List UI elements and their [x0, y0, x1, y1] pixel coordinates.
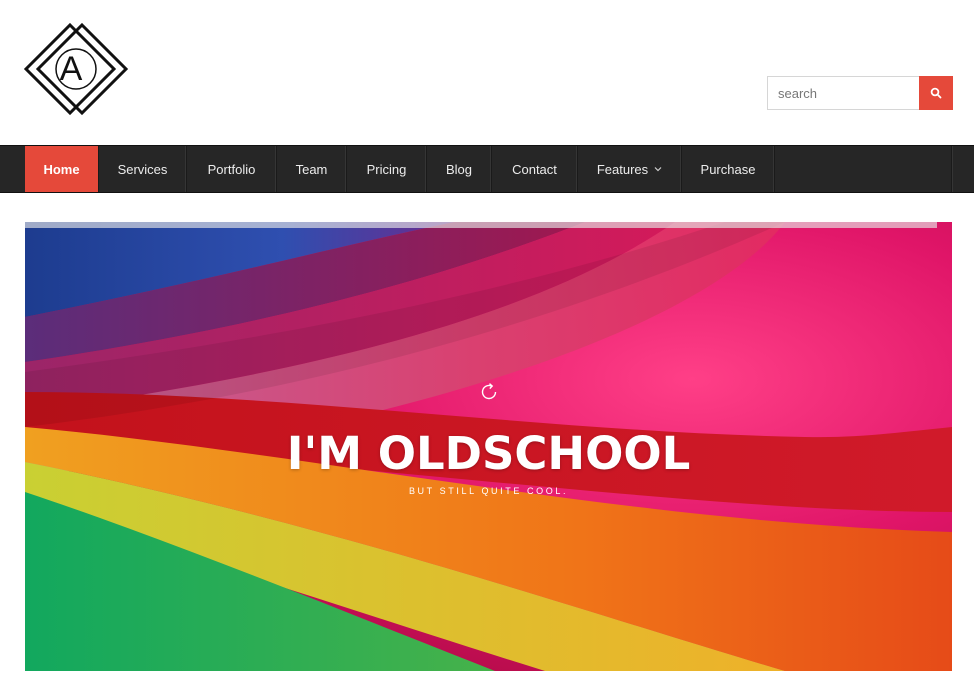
search-input[interactable] [767, 76, 919, 110]
search-button[interactable] [919, 76, 953, 110]
hero-slider[interactable]: I'M OLDSCHOOL BUT STILL QUITE COOL. [25, 222, 952, 671]
site-logo[interactable]: A [23, 20, 134, 118]
hero-subtitle: BUT STILL QUITE COOL. [408, 486, 569, 496]
nav-item-label: Purchase [700, 161, 756, 177]
hero-caption: I'M OLDSCHOOL BUT STILL QUITE COOL. [25, 380, 952, 496]
nav-item-services[interactable]: Services [99, 146, 187, 192]
nav-item-pricing[interactable]: Pricing [347, 146, 427, 192]
nav-item-label: Portfolio [207, 161, 256, 177]
nav-item-label: Team [295, 161, 328, 177]
nav-item-label: Pricing [366, 161, 407, 177]
logo-letter: A [59, 49, 83, 88]
nav-divider [951, 146, 952, 192]
hero-title: I'M OLDSCHOOL [286, 427, 691, 480]
chevron-down-icon [654, 166, 662, 172]
nav-item-label: Blog [445, 161, 473, 177]
nav-list: Home Services Portfolio Team Pricing Blo… [25, 146, 775, 192]
nav-item-portfolio[interactable]: Portfolio [187, 146, 277, 192]
site-header: A [0, 0, 974, 145]
reload-icon[interactable] [477, 380, 501, 404]
nav-item-contact[interactable]: Contact [492, 146, 578, 192]
nav-item-home[interactable]: Home [25, 146, 99, 192]
nav-item-purchase[interactable]: Purchase [682, 146, 775, 192]
nav-item-label: Home [43, 161, 80, 177]
slider-progress-bar [25, 222, 937, 228]
nav-item-label: Contact [512, 161, 557, 177]
main-navigation: Home Services Portfolio Team Pricing Blo… [0, 145, 974, 193]
search-form [767, 76, 953, 110]
nav-item-features[interactable]: Features [578, 146, 682, 192]
nav-item-label: Services [117, 161, 168, 177]
nav-item-label: Features [596, 161, 649, 177]
nav-item-team[interactable]: Team [277, 146, 347, 192]
nav-item-blog[interactable]: Blog [427, 146, 492, 192]
search-icon [930, 87, 942, 99]
